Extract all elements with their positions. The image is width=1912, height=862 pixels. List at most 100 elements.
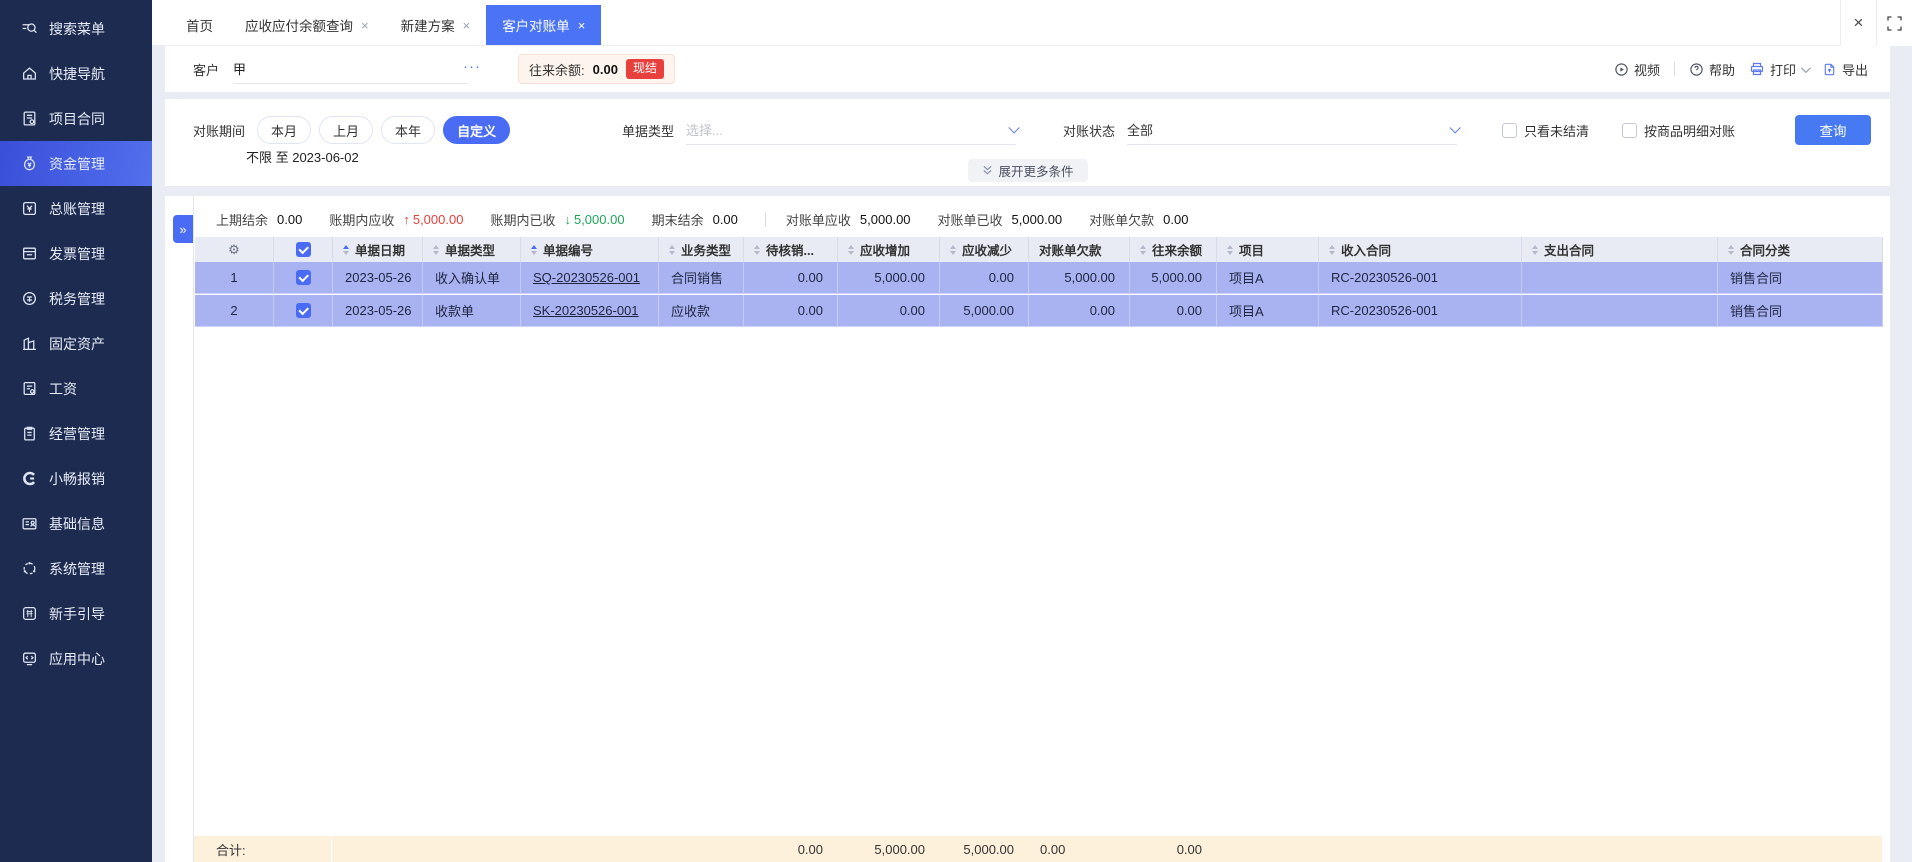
sort-icon[interactable] bbox=[950, 244, 956, 255]
export-button[interactable]: 导出 bbox=[1822, 60, 1868, 79]
period-option-this-year[interactable]: 本年 bbox=[381, 116, 436, 144]
sort-icon[interactable] bbox=[1728, 244, 1734, 255]
column-header-income-contract[interactable]: 收入合同 bbox=[1319, 237, 1522, 262]
column-label: 往来余额 bbox=[1152, 244, 1203, 258]
cell-balance: 5,000.00 bbox=[1130, 262, 1217, 293]
sidebar-item-basic-info[interactable]: 基础信息 bbox=[0, 501, 152, 546]
sort-icon[interactable] bbox=[669, 244, 675, 255]
money-bag-icon bbox=[21, 155, 38, 172]
select-all-checkbox[interactable] bbox=[274, 237, 333, 262]
more-options-icon[interactable]: ··· bbox=[463, 58, 481, 75]
column-settings-button[interactable]: ⚙ bbox=[195, 237, 274, 262]
checkbox-checked-icon bbox=[295, 242, 311, 257]
sort-icon[interactable] bbox=[754, 244, 760, 255]
query-button[interactable]: 查询 bbox=[1795, 115, 1871, 145]
close-icon[interactable]: × bbox=[1840, 0, 1876, 46]
period-option-custom[interactable]: 自定义 bbox=[443, 116, 511, 144]
checkbox-unsettled-only[interactable]: 只看未结清 bbox=[1502, 121, 1589, 140]
checkbox-icon bbox=[1622, 123, 1637, 138]
period-option-this-month[interactable]: 本月 bbox=[257, 116, 312, 144]
column-header-ar-decrease[interactable]: 应收减少 bbox=[940, 237, 1029, 262]
cell-contract-category: 销售合同 bbox=[1718, 295, 1883, 326]
cell-project: 项目A bbox=[1217, 262, 1319, 293]
sidebar-item-general-ledger[interactable]: 总账管理 bbox=[0, 186, 152, 231]
id-card-icon bbox=[21, 515, 38, 532]
column-header-balance[interactable]: 往来余额 bbox=[1130, 237, 1217, 262]
window-controls: × bbox=[1840, 0, 1912, 46]
sort-icon[interactable] bbox=[1227, 244, 1233, 255]
tab-close-icon[interactable]: × bbox=[361, 19, 369, 32]
column-header-statement-due[interactable]: 对账单欠款 bbox=[1029, 237, 1130, 262]
column-label: 待核销... bbox=[766, 244, 814, 258]
stat-label: 对账单已收 bbox=[937, 212, 1003, 228]
column-header-pending[interactable]: 待核销... bbox=[744, 237, 838, 262]
row-checkbox[interactable] bbox=[274, 262, 333, 293]
sidebar-item-xiaochang-expense[interactable]: 小畅报销 bbox=[0, 456, 152, 501]
status-select[interactable]: 全部 bbox=[1127, 115, 1461, 145]
tab-close-icon[interactable]: × bbox=[463, 19, 471, 32]
column-label: 项目 bbox=[1239, 244, 1265, 258]
cell-expense-contract bbox=[1522, 295, 1718, 326]
column-header-contract-category[interactable]: 合同分类 bbox=[1718, 237, 1883, 262]
tab-new-plan[interactable]: 新建方案 × bbox=[385, 5, 487, 45]
sidebar-item-newbie-guide[interactable]: 新手引导 bbox=[0, 591, 152, 636]
table-row[interactable]: 2 2023-05-26 收款单 SK-20230526-001 应收款 0.0… bbox=[195, 295, 1883, 327]
print-button[interactable]: 打印 bbox=[1749, 60, 1811, 79]
column-header-doc-no[interactable]: 单据编号 bbox=[521, 237, 659, 262]
settle-badge: 现结 bbox=[625, 59, 664, 79]
tab-customer-statement[interactable]: 客户对账单 × bbox=[486, 5, 602, 45]
doc-no-link[interactable]: SQ-20230526-001 bbox=[533, 270, 640, 285]
sort-icon[interactable] bbox=[848, 244, 854, 255]
sidebar-item-quick-nav[interactable]: 快捷导航 bbox=[0, 51, 152, 96]
cell-contract-category: 销售合同 bbox=[1718, 262, 1883, 293]
column-header-ar-increase[interactable]: 应收增加 bbox=[838, 237, 940, 262]
doc-type-select[interactable]: 选择... bbox=[686, 115, 1020, 145]
sort-icon[interactable] bbox=[1140, 244, 1146, 255]
sidebar-item-fixed-assets[interactable]: 固定资产 bbox=[0, 321, 152, 366]
video-button[interactable]: 视频 bbox=[1614, 60, 1660, 79]
sidebar-item-search-menu[interactable]: 搜索菜单 bbox=[0, 6, 152, 51]
sidebar-item-project-contract[interactable]: 项目合同 bbox=[0, 96, 152, 141]
tab-home[interactable]: 首页 bbox=[170, 5, 229, 45]
checkbox-icon bbox=[1502, 123, 1517, 138]
table-row[interactable]: 1 2023-05-26 收入确认单 SQ-20230526-001 合同销售 … bbox=[195, 262, 1883, 294]
checkbox-by-product-detail[interactable]: 按商品明细对账 bbox=[1622, 121, 1735, 140]
sort-icon[interactable] bbox=[1532, 244, 1538, 255]
period-range-text[interactable]: 不限 至 2023-06-02 bbox=[246, 147, 359, 166]
column-label: 应收减少 bbox=[962, 244, 1013, 258]
column-header-expense-contract[interactable]: 支出合同 bbox=[1522, 237, 1718, 262]
sidebar-item-label: 资金管理 bbox=[49, 155, 105, 172]
chevron-down-icon bbox=[1800, 62, 1811, 73]
column-header-doc-date[interactable]: 单据日期 bbox=[333, 237, 423, 262]
column-header-doc-type[interactable]: 单据类型 bbox=[423, 237, 521, 262]
sidebar-item-payroll[interactable]: 工资 bbox=[0, 366, 152, 411]
tab-close-icon[interactable]: × bbox=[578, 19, 586, 32]
customer-input[interactable]: 甲 bbox=[233, 54, 469, 84]
sidebar-item-invoice-management[interactable]: 发票管理 bbox=[0, 231, 152, 276]
sort-asc-icon[interactable] bbox=[343, 244, 349, 255]
column-header-biz-type[interactable]: 业务类型 bbox=[659, 237, 744, 262]
chevron-down-icon bbox=[1449, 121, 1461, 134]
sort-asc-icon[interactable] bbox=[531, 244, 537, 255]
table-footer-totals: 合计: 0.00 5,000.00 5,000.00 0.00 0.00 bbox=[194, 836, 1882, 862]
sort-icon[interactable] bbox=[433, 244, 439, 255]
collapse-panel-button[interactable]: » bbox=[173, 215, 193, 243]
status-label: 对账状态 bbox=[1063, 123, 1116, 139]
column-header-project[interactable]: 项目 bbox=[1217, 237, 1319, 262]
sort-icon[interactable] bbox=[1329, 244, 1335, 255]
sidebar-item-tax-management[interactable]: 税务管理 bbox=[0, 276, 152, 321]
help-button[interactable]: 帮助 bbox=[1689, 60, 1735, 79]
checkbox-checked-icon bbox=[295, 303, 311, 318]
expand-more-button[interactable]: 展开更多条件 bbox=[967, 159, 1088, 182]
period-option-last-month[interactable]: 上月 bbox=[319, 116, 374, 144]
totals-empty bbox=[1318, 836, 1521, 862]
tab-balance-query[interactable]: 应收应付余额查询 × bbox=[229, 5, 385, 45]
sidebar-item-app-center[interactable]: 应用中心 bbox=[0, 636, 152, 681]
sidebar-item-operations-management[interactable]: 经营管理 bbox=[0, 411, 152, 456]
sidebar-item-system-management[interactable]: 系统管理 bbox=[0, 546, 152, 591]
sidebar-item-funds-management[interactable]: 资金管理 bbox=[0, 141, 152, 186]
row-checkbox[interactable] bbox=[274, 295, 333, 326]
cell-ar-increase: 0.00 bbox=[838, 295, 940, 326]
doc-no-link[interactable]: SK-20230526-001 bbox=[533, 303, 639, 318]
fullscreen-icon[interactable] bbox=[1876, 0, 1912, 46]
